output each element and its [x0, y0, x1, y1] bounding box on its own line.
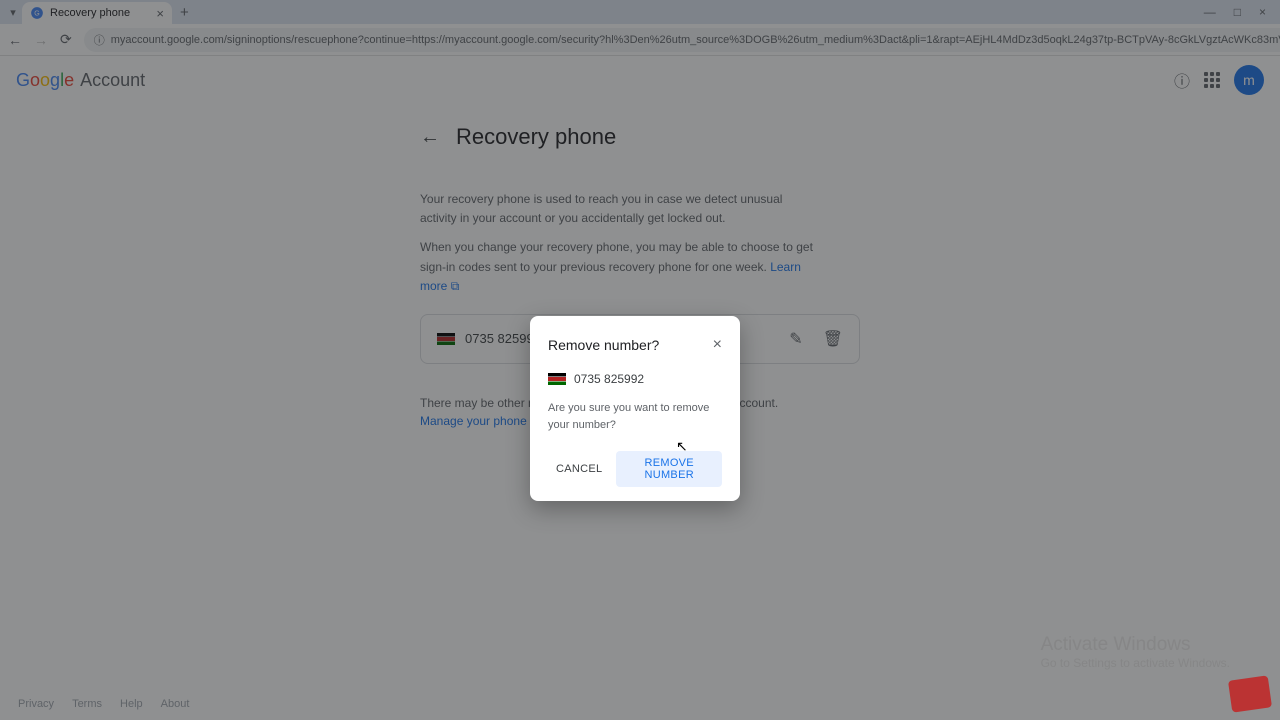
tray-app-icon[interactable]: [1228, 675, 1272, 712]
dialog-phone-number: 0735 825992: [574, 372, 644, 386]
cancel-button[interactable]: CANCEL: [548, 451, 610, 487]
privacy-link[interactable]: Privacy: [18, 698, 54, 710]
help-link[interactable]: Help: [120, 698, 143, 710]
remove-number-button[interactable]: REMOVE NUMBER: [616, 451, 722, 487]
flag-kenya-icon: [548, 373, 566, 385]
footer-links: Privacy Terms Help About: [18, 698, 189, 710]
dialog-title: Remove number?: [548, 337, 659, 353]
windows-activation-watermark: Activate Windows Go to Settings to activ…: [1041, 634, 1230, 670]
terms-link[interactable]: Terms: [72, 698, 102, 710]
remove-number-dialog: Remove number? × 0735 825992 Are you sur…: [530, 316, 740, 501]
dialog-message: Are you sure you want to remove your num…: [548, 400, 722, 433]
about-link[interactable]: About: [161, 698, 190, 710]
close-dialog-icon[interactable]: ×: [713, 336, 722, 354]
